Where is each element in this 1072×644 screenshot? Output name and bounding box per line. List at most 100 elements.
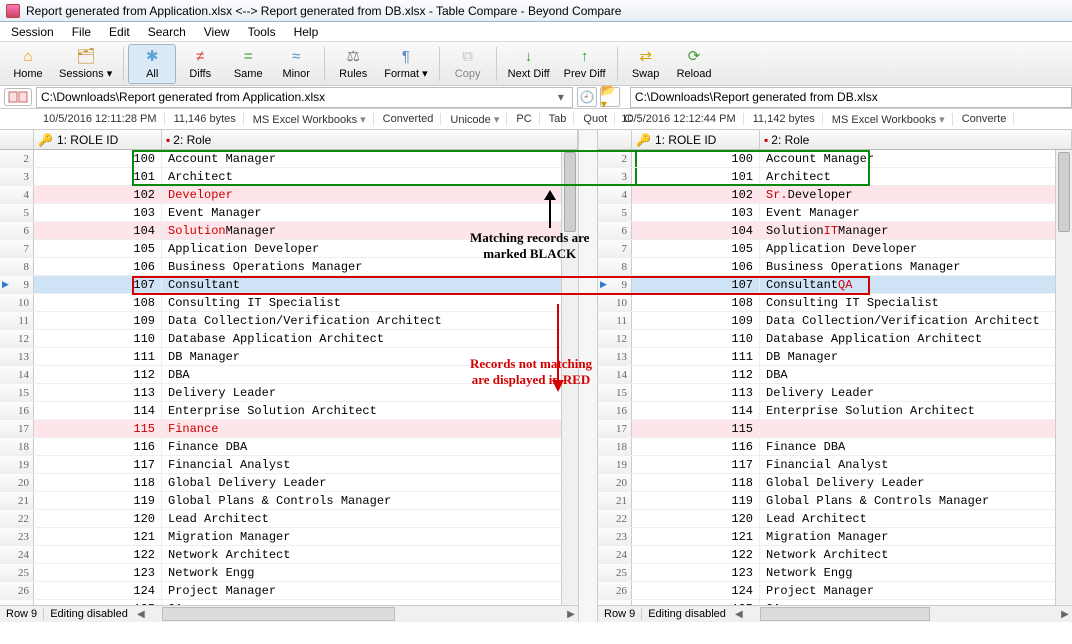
table-row[interactable]: 3101Architect: [0, 168, 578, 186]
table-row[interactable]: 12110Database Application Architect: [0, 330, 578, 348]
table-row[interactable]: 8106Business Operations Manager: [0, 258, 578, 276]
table-row[interactable]: 22120Lead Architect: [598, 510, 1072, 528]
left-open-button[interactable]: 📂▾: [600, 87, 620, 107]
reload-button[interactable]: ⟳Reload: [670, 44, 719, 84]
table-row[interactable]: 9▶107Consultant: [0, 276, 578, 294]
left-format[interactable]: MS Excel Workbooks: [246, 113, 374, 126]
panel-splitter[interactable]: [578, 130, 598, 622]
table-row[interactable]: 24122Network Architect: [0, 546, 578, 564]
swap-button[interactable]: ⇄Swap: [622, 44, 670, 84]
table-row[interactable]: 12110Database Application Architect: [598, 330, 1072, 348]
menu-view[interactable]: View: [197, 23, 237, 41]
left-hscroll[interactable]: [162, 607, 550, 621]
dropdown-icon[interactable]: ▾: [554, 90, 568, 104]
table-row[interactable]: 16114Enterprise Solution Architect: [598, 402, 1072, 420]
scroll-left-icon[interactable]: ◀: [732, 609, 746, 620]
minor-button[interactable]: ≈Minor: [272, 44, 320, 84]
all-button[interactable]: ✱All: [128, 44, 176, 84]
same-button[interactable]: =Same: [224, 44, 272, 84]
table-row[interactable]: 21119Global Plans & Controls Manager: [598, 492, 1072, 510]
table-row[interactable]: 20118Global Delivery Leader: [598, 474, 1072, 492]
table-row[interactable]: 11109Data Collection/Verification Archit…: [0, 312, 578, 330]
row-number: 5: [598, 204, 632, 221]
next-diff-button[interactable]: ↓Next Diff: [501, 44, 557, 84]
format-button[interactable]: ¶Format ▾: [377, 44, 434, 84]
table-row[interactable]: 15113Delivery Leader: [598, 384, 1072, 402]
scroll-right-icon[interactable]: ▶: [564, 609, 578, 620]
left-rownum-header[interactable]: [0, 130, 34, 149]
table-row[interactable]: 26124Project Manager: [598, 582, 1072, 600]
table-row[interactable]: 15113Delivery Leader: [0, 384, 578, 402]
table-row[interactable]: 17115: [598, 420, 1072, 438]
left-col2-header[interactable]: ▪2: Role: [162, 130, 578, 149]
home-button[interactable]: ⌂Home: [4, 44, 52, 84]
right-hscroll[interactable]: [760, 607, 1044, 621]
left-col1-header[interactable]: 🔑1: ROLE ID: [34, 130, 162, 149]
sessions-button[interactable]: 🗂Sessions ▾: [52, 44, 119, 84]
table-row[interactable]: 2100Account Manager: [598, 150, 1072, 168]
sessions-button-icon: 🗂: [76, 47, 95, 65]
table-row[interactable]: 17115Finance: [0, 420, 578, 438]
prev-diff-button[interactable]: ↑Prev Diff: [557, 44, 613, 84]
scroll-right-icon[interactable]: ▶: [1058, 609, 1072, 620]
table-row[interactable]: 22120Lead Architect: [0, 510, 578, 528]
table-row[interactable]: 18116Finance DBA: [0, 438, 578, 456]
table-row[interactable]: 19117Financial Analyst: [0, 456, 578, 474]
table-row[interactable]: 18116Finance DBA: [598, 438, 1072, 456]
right-col1-header[interactable]: 🔑1: ROLE ID: [632, 130, 760, 149]
menu-tools[interactable]: Tools: [241, 23, 283, 41]
table-row[interactable]: 25123Network Engg: [0, 564, 578, 582]
table-row[interactable]: 23121Migration Manager: [0, 528, 578, 546]
cell-role: Application Developer: [760, 240, 1072, 257]
right-grid-body[interactable]: 2100Account Manager3101Architect4102Sr. …: [598, 150, 1072, 605]
table-row[interactable]: 14112DBA: [0, 366, 578, 384]
scroll-left-icon[interactable]: ◀: [134, 609, 148, 620]
table-row[interactable]: 20118Global Delivery Leader: [0, 474, 578, 492]
table-row[interactable]: 5103Event Manager: [0, 204, 578, 222]
table-row[interactable]: 24122Network Architect: [598, 546, 1072, 564]
table-row[interactable]: 8106Business Operations Manager: [598, 258, 1072, 276]
table-row[interactable]: 27125QA: [598, 600, 1072, 605]
table-row[interactable]: 27125QA: [0, 600, 578, 605]
menu-session[interactable]: Session: [4, 23, 61, 41]
table-row[interactable]: 5103Event Manager: [598, 204, 1072, 222]
right-col2-header[interactable]: ▪2: Role: [760, 130, 1072, 149]
left-path-input[interactable]: C:\Downloads\Report generated from Appli…: [36, 87, 573, 108]
view-mode-toggle[interactable]: [4, 88, 32, 106]
rules-button[interactable]: ⚖Rules: [329, 44, 377, 84]
table-row[interactable]: 19117Financial Analyst: [598, 456, 1072, 474]
left-history-button[interactable]: 🕘: [577, 87, 597, 107]
table-row[interactable]: 10108Consulting IT Specialist: [0, 294, 578, 312]
table-row[interactable]: 4102Developer: [0, 186, 578, 204]
diffs-button[interactable]: ≠Diffs: [176, 44, 224, 84]
table-row[interactable]: 21119Global Plans & Controls Manager: [0, 492, 578, 510]
table-row[interactable]: 6104Solution Manager: [0, 222, 578, 240]
left-grid-body[interactable]: 2100Account Manager3101Architect4102Deve…: [0, 150, 578, 605]
menu-edit[interactable]: Edit: [102, 23, 137, 41]
table-row[interactable]: 13111DB Manager: [598, 348, 1072, 366]
table-row[interactable]: 26124Project Manager: [0, 582, 578, 600]
table-row[interactable]: 16114Enterprise Solution Architect: [0, 402, 578, 420]
table-row[interactable]: 25123Network Engg: [598, 564, 1072, 582]
right-scrollbar[interactable]: [1055, 150, 1072, 605]
table-row[interactable]: 13111DB Manager: [0, 348, 578, 366]
menu-file[interactable]: File: [65, 23, 98, 41]
menu-help[interactable]: Help: [287, 23, 326, 41]
table-row[interactable]: 11109Data Collection/Verification Archit…: [598, 312, 1072, 330]
table-row[interactable]: 6104Solution IT Manager: [598, 222, 1072, 240]
table-row[interactable]: 9▶107Consultant QA: [598, 276, 1072, 294]
menu-search[interactable]: Search: [141, 23, 193, 41]
right-format[interactable]: MS Excel Workbooks: [825, 113, 953, 126]
right-path-input[interactable]: C:\Downloads\Report generated from DB.xl…: [630, 87, 1072, 108]
table-row[interactable]: 23121Migration Manager: [598, 528, 1072, 546]
table-row[interactable]: 3101Architect: [598, 168, 1072, 186]
left-encoding[interactable]: Unicode: [443, 113, 507, 126]
table-row[interactable]: 4102Sr. Developer: [598, 186, 1072, 204]
table-row[interactable]: 2100Account Manager: [0, 150, 578, 168]
table-row[interactable]: 7105Application Developer: [598, 240, 1072, 258]
right-rownum-header[interactable]: [598, 130, 632, 149]
left-scrollbar[interactable]: [561, 150, 578, 605]
table-row[interactable]: 10108Consulting IT Specialist: [598, 294, 1072, 312]
table-row[interactable]: 7105Application Developer: [0, 240, 578, 258]
table-row[interactable]: 14112DBA: [598, 366, 1072, 384]
